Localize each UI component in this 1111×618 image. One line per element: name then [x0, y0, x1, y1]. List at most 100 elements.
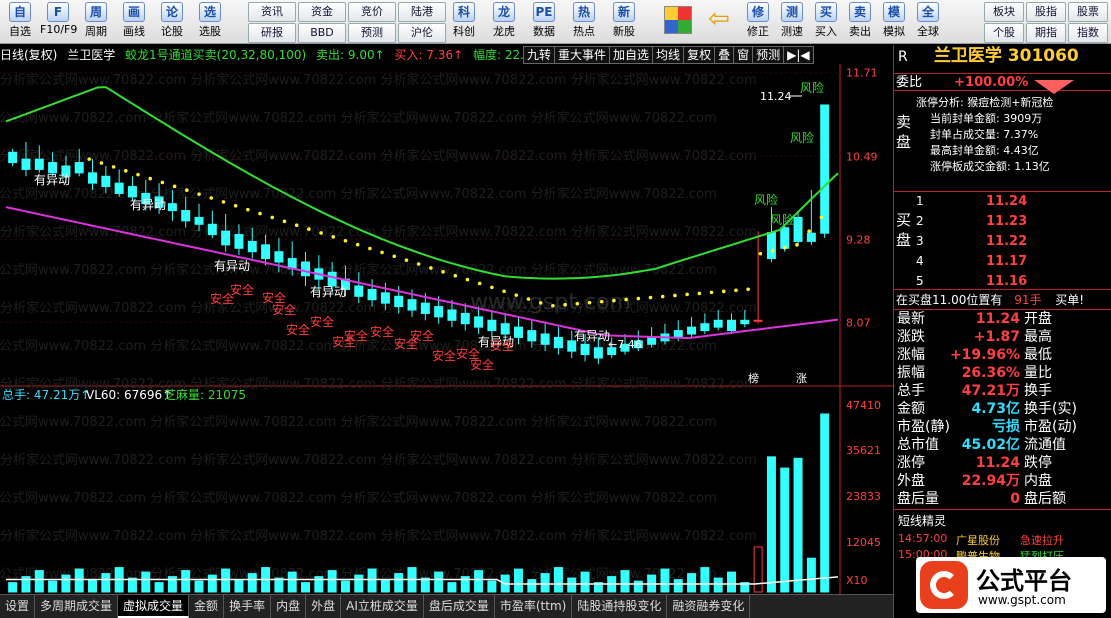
toolbar-c-2[interactable]: 买买入: [808, 2, 844, 39]
toolbar-a-5-label: 选股: [199, 25, 221, 38]
chart-button-0[interactable]: 九转: [523, 46, 556, 64]
bottom-tab-2[interactable]: 虚拟成交量: [118, 595, 190, 618]
period-label[interactable]: 日线(复权): [0, 48, 57, 62]
volume-bar: [673, 579, 683, 593]
candle-body: [367, 288, 377, 301]
elite-title: 短线精灵: [898, 514, 947, 528]
middle-dot-line: [795, 243, 799, 247]
toolbar-b-0-icon: 科: [453, 2, 475, 22]
toolbar-grid2-0-1[interactable]: 个股: [984, 23, 1024, 43]
volume-bar: [394, 573, 404, 593]
toolbar-c-4[interactable]: 模模拟: [876, 2, 912, 39]
bottom-tab-7[interactable]: AI立桩成交量: [341, 595, 424, 618]
toolbar-b-2[interactable]: PE 数据: [526, 2, 562, 39]
stat-label: 涨停: [897, 455, 925, 471]
bottom-tab-8[interactable]: 盘后成交量: [424, 595, 495, 618]
toolbar-grid2-0-0[interactable]: 板块: [984, 2, 1024, 22]
buy-price-3[interactable]: 11.22: [986, 234, 1027, 249]
toolbar-grid-2-0[interactable]: 竞价: [348, 2, 396, 22]
toolbar-c-3[interactable]: 卖卖出: [842, 2, 878, 39]
toolbar-grid2-1-1[interactable]: 期指: [1026, 23, 1066, 43]
abnormal-label-5: 有异动: [574, 329, 610, 343]
buy-price-1[interactable]: 11.24: [986, 194, 1027, 209]
toolbar-c-1[interactable]: 测测速: [774, 2, 810, 39]
middle-dot-line: [648, 295, 653, 300]
chart-button-3[interactable]: 均线: [652, 46, 685, 64]
toolbar-a-3[interactable]: 画画线: [116, 2, 152, 39]
chart-button-7[interactable]: 预测: [752, 46, 785, 64]
bottom-tab-6[interactable]: 外盘: [306, 595, 342, 618]
volume-bar: [221, 568, 231, 593]
toolbar-b-0[interactable]: 科科创: [446, 2, 482, 39]
toolbar-c-0-label: 修正: [747, 25, 769, 38]
toolbar-a-2[interactable]: 周周期: [78, 2, 114, 39]
bottom-tab-1[interactable]: 多周期成交量: [35, 595, 119, 618]
toolbar-a-5[interactable]: 选选股: [192, 2, 228, 39]
toolbar-a-1[interactable]: F F10/F9: [40, 2, 77, 36]
bottom-tab-5[interactable]: 内盘: [271, 595, 307, 618]
price-tick-1: 10.49: [846, 150, 878, 163]
toolbar-b-1[interactable]: 龙龙虎: [486, 2, 522, 39]
toolbar-b-3[interactable]: 热热点: [566, 2, 602, 39]
chart-button-4[interactable]: 复权: [683, 46, 716, 64]
bottom-tab-0[interactable]: 设置: [0, 595, 36, 618]
candle-body: [673, 330, 683, 338]
toolbar-b-4[interactable]: 新新股: [606, 2, 642, 39]
toolbar-a-4[interactable]: 论论股: [154, 2, 190, 39]
volume-bar: [540, 573, 550, 593]
toolbar-c-0[interactable]: 修修正: [740, 2, 776, 39]
toolbar-c-0-icon: 修: [747, 2, 769, 22]
stat-row-10: 盘后量 0 盘后额: [894, 490, 1111, 508]
stat-label: 金额: [897, 401, 925, 417]
bottom-tab-11[interactable]: 融资融券变化: [667, 595, 751, 618]
chart-area[interactable]: 11.71 10.49 9.28 8.07 分析家公式网www.70822.com 分析…: [0, 64, 893, 594]
toolbar-grid-2-1[interactable]: 预测: [348, 23, 396, 43]
bottom-tab-9[interactable]: 市盈率(ttm): [495, 595, 573, 618]
main-toolbar: 自自选 F F10/F9 周周期画画线论论股选选股 资讯 研报 资金 BBD 竞价 预测 陆港 沪伦科…: [0, 0, 1111, 44]
toolbar-grid-0-1[interactable]: 研报: [248, 23, 296, 43]
back-arrow-icon[interactable]: ⇦: [704, 6, 734, 34]
indicator-label[interactable]: 蛟龙1号通道买卖(20,32,80,100): [125, 48, 306, 62]
stat-label-2: 盘后额: [1024, 491, 1066, 507]
volume-bar: [74, 568, 84, 593]
buy-price-4[interactable]: 11.17: [986, 254, 1027, 269]
volume-total: 总手: 47.21万↑: [2, 388, 90, 402]
toolbar-grid-1-1[interactable]: BBD: [298, 23, 346, 43]
toolbar-grid2-2-0[interactable]: 股票: [1068, 2, 1108, 22]
toolbar-a-0[interactable]: 自自选: [2, 2, 38, 39]
stat-label-2: 换手(实): [1024, 401, 1077, 417]
middle-dot-line: [99, 161, 104, 165]
bottom-tab-10[interactable]: 陆股通持股变化: [572, 595, 668, 618]
volume-bar: [553, 567, 563, 593]
buy-price-2[interactable]: 11.23: [986, 214, 1027, 229]
volume-bar: [700, 567, 710, 593]
toolbar-a-1-icon: F: [47, 2, 69, 22]
volume-bar: [567, 577, 577, 593]
toolbar-a-4-icon: 论: [161, 2, 183, 22]
toolbar-grid2-1-0[interactable]: 股指: [1026, 2, 1066, 22]
elite-stock[interactable]: 广星股份: [956, 532, 1000, 548]
chart-button-6[interactable]: 窗: [733, 46, 754, 64]
color-grid-icon[interactable]: [664, 6, 692, 34]
middle-dot-line: [526, 297, 531, 301]
toolbar-grid-3-0[interactable]: 陆港: [398, 2, 446, 22]
buy-price-5[interactable]: 11.16: [986, 274, 1027, 289]
chart-button-8[interactable]: ▶|◀: [783, 46, 814, 64]
elite-time: 14:57:00: [898, 532, 948, 545]
chart-button-2[interactable]: 加自选: [609, 46, 654, 64]
toolbar-b-4-icon: 新: [613, 2, 635, 22]
stat-value: +19.96%: [949, 347, 1020, 363]
bottom-tab-3[interactable]: 金额: [189, 595, 225, 618]
sell-value: 卖出: 9.00↑: [316, 48, 385, 62]
candle-body: [194, 216, 204, 225]
candle-body: [181, 210, 191, 222]
toolbar-grid-0-0[interactable]: 资讯: [248, 2, 296, 22]
toolbar-grid2-2-1[interactable]: 指数: [1068, 23, 1108, 43]
toolbar-c-5[interactable]: 全全球: [910, 2, 946, 39]
chart-button-1[interactable]: 重大事件: [554, 46, 611, 64]
chart-button-5[interactable]: 叠: [714, 46, 735, 64]
toolbar-grid-3-1[interactable]: 沪伦: [398, 23, 446, 43]
toolbar-grid-1-0[interactable]: 资金: [298, 2, 346, 22]
bottom-tab-4[interactable]: 换手率: [224, 595, 272, 618]
indicator-tabs: 设置 多周期成交量 虚拟成交量 金额 换手率 内盘 外盘 AI立桩成交量 盘后成交量 市盈率(tt…: [0, 594, 893, 618]
